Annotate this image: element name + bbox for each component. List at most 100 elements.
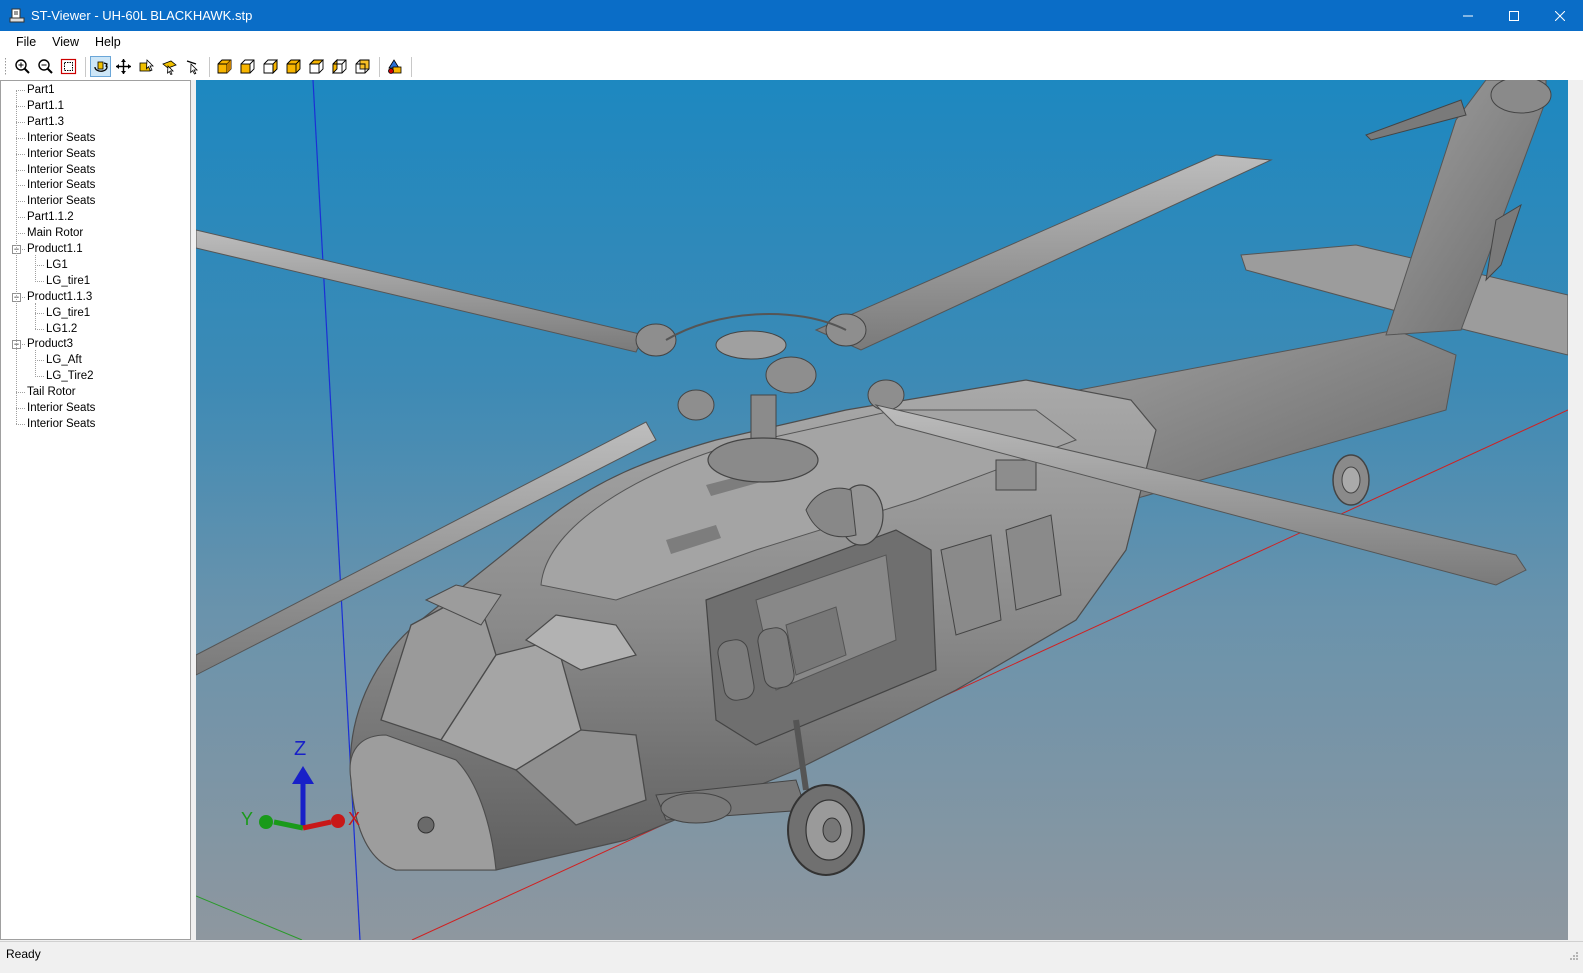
tree-item[interactable]: Part1.1 bbox=[27, 98, 64, 114]
resize-grip-icon[interactable] bbox=[1569, 951, 1579, 961]
view-bottom-icon bbox=[308, 59, 325, 74]
tree-connector bbox=[35, 255, 36, 282]
tree-connector bbox=[16, 153, 25, 155]
tree-connector bbox=[16, 233, 25, 235]
minimize-icon bbox=[1463, 15, 1473, 16]
tree-connector bbox=[35, 350, 36, 378]
tree-item[interactable]: Interior Seats bbox=[27, 193, 95, 209]
tree-item[interactable]: LG_tire1 bbox=[46, 305, 90, 321]
tree-item[interactable]: Interior Seats bbox=[27, 416, 95, 432]
tree-item-label: Interior Seats bbox=[27, 402, 96, 414]
z-axis-label: Z bbox=[294, 738, 306, 760]
close-button[interactable] bbox=[1537, 0, 1583, 31]
tree-item-label: Interior Seats bbox=[27, 131, 96, 144]
tree-connector bbox=[16, 90, 17, 424]
tree-item-label: Interior Seats bbox=[27, 147, 96, 160]
rotor-blade bbox=[196, 229, 645, 353]
view-top-icon bbox=[286, 59, 301, 74]
tree-item[interactable]: Product1.1.3 bbox=[27, 289, 92, 305]
tree-connector bbox=[35, 312, 44, 314]
x-axis-label: X bbox=[348, 809, 360, 829]
tree-item-label: Part1.3 bbox=[27, 115, 65, 128]
zoom-fit-button[interactable] bbox=[58, 56, 79, 77]
menu-file[interactable]: File bbox=[8, 31, 44, 53]
minimize-button[interactable] bbox=[1445, 0, 1491, 31]
axis-triad: Z Y X bbox=[241, 738, 360, 831]
menu-bar: File View Help bbox=[0, 31, 1583, 53]
tree-item-label: Product1.1 bbox=[27, 243, 83, 255]
pan-icon bbox=[116, 59, 131, 74]
tree-item-label: Interior Seats bbox=[27, 179, 96, 192]
tree-item[interactable]: Part1.3 bbox=[27, 114, 64, 130]
select-button[interactable] bbox=[136, 56, 157, 77]
status-bar: Ready bbox=[0, 941, 1583, 973]
tree-item[interactable]: Interior Seats bbox=[27, 400, 95, 416]
toolbar-separator bbox=[209, 56, 210, 77]
model-tree[interactable]: Part1 Part1.1 Part1.3 Interior Seats Interio… bbox=[0, 80, 191, 940]
tree-item[interactable]: Interior Seats bbox=[27, 177, 95, 193]
tree-connector bbox=[16, 217, 25, 219]
tree-connector bbox=[35, 302, 36, 330]
view-left-icon bbox=[332, 58, 347, 75]
tree-item[interactable]: Part1 bbox=[27, 82, 55, 98]
tree-connector bbox=[16, 169, 25, 171]
rotor-blade bbox=[814, 154, 1273, 351]
tree-item[interactable]: LG_Tire2 bbox=[46, 368, 94, 384]
shading-button[interactable] bbox=[384, 56, 405, 77]
toolbar-separator bbox=[411, 56, 412, 77]
y-axis-label: Y bbox=[241, 809, 253, 829]
tree-item-label: Main Rotor bbox=[27, 227, 84, 240]
tree-item[interactable]: Main Rotor bbox=[27, 225, 83, 241]
view-front-icon bbox=[240, 59, 255, 74]
3d-viewport[interactable]: Z Y X bbox=[196, 80, 1568, 940]
tree-item[interactable]: LG_tire1 bbox=[46, 273, 90, 289]
view-front-button[interactable] bbox=[237, 56, 258, 77]
tree-item[interactable]: LG1.2 bbox=[46, 321, 77, 337]
view-iso-button[interactable] bbox=[214, 56, 235, 77]
tree-connector bbox=[16, 90, 25, 91]
tree-connector bbox=[16, 201, 25, 203]
toolbar-separator bbox=[85, 56, 86, 77]
view-iso-icon bbox=[217, 59, 232, 74]
menu-help[interactable]: Help bbox=[87, 31, 129, 53]
tree-connector bbox=[16, 185, 25, 187]
tree-item[interactable]: Part1.1.2 bbox=[27, 209, 74, 225]
tree-item-label: LG1.2 bbox=[46, 322, 78, 335]
tree-item-label: Part1 bbox=[27, 84, 55, 96]
tree-connector bbox=[16, 121, 25, 123]
select-edge-button[interactable] bbox=[159, 56, 180, 77]
tree-item[interactable]: LG_Aft bbox=[46, 352, 82, 368]
toolbar-grip[interactable] bbox=[5, 57, 8, 76]
tree-connector bbox=[16, 392, 25, 394]
tree-connector bbox=[16, 408, 25, 409]
tree-item[interactable]: Tail Rotor bbox=[27, 384, 76, 400]
tree-item[interactable]: LG1 bbox=[46, 257, 68, 273]
tree-item-label: Product1.1.3 bbox=[27, 290, 93, 303]
y-axis-line bbox=[196, 895, 303, 940]
maximize-button[interactable] bbox=[1491, 0, 1537, 31]
tree-item[interactable]: Interior Seats bbox=[27, 146, 95, 162]
tree-item-label: LG_Aft bbox=[46, 354, 82, 367]
view-bottom-button[interactable] bbox=[306, 56, 327, 77]
tree-connector bbox=[16, 137, 25, 139]
status-text: Ready bbox=[6, 947, 41, 961]
view-top-button[interactable] bbox=[283, 56, 304, 77]
tree-item-label: Tail Rotor bbox=[27, 386, 76, 399]
rotate-button[interactable] bbox=[90, 56, 111, 77]
tree-item[interactable]: Interior Seats bbox=[27, 130, 95, 146]
tree-item-label: LG_tire1 bbox=[46, 274, 91, 287]
tree-item-label: Interior Seats bbox=[27, 417, 96, 430]
view-right-button[interactable] bbox=[352, 56, 373, 77]
pick-button[interactable] bbox=[182, 56, 203, 77]
select-icon bbox=[139, 59, 154, 72]
menu-view[interactable]: View bbox=[44, 31, 87, 53]
tree-item[interactable]: Product3 bbox=[27, 336, 73, 352]
helicopter-model: Z Y X bbox=[196, 80, 1568, 940]
zoom-in-button[interactable] bbox=[12, 56, 33, 77]
view-back-button[interactable] bbox=[260, 56, 281, 77]
view-left-button[interactable] bbox=[329, 56, 350, 77]
tree-item-label: Interior Seats bbox=[27, 163, 96, 176]
zoom-out-button[interactable] bbox=[35, 56, 56, 77]
tree-item[interactable]: Interior Seats bbox=[27, 162, 95, 178]
pan-button[interactable] bbox=[113, 56, 134, 77]
